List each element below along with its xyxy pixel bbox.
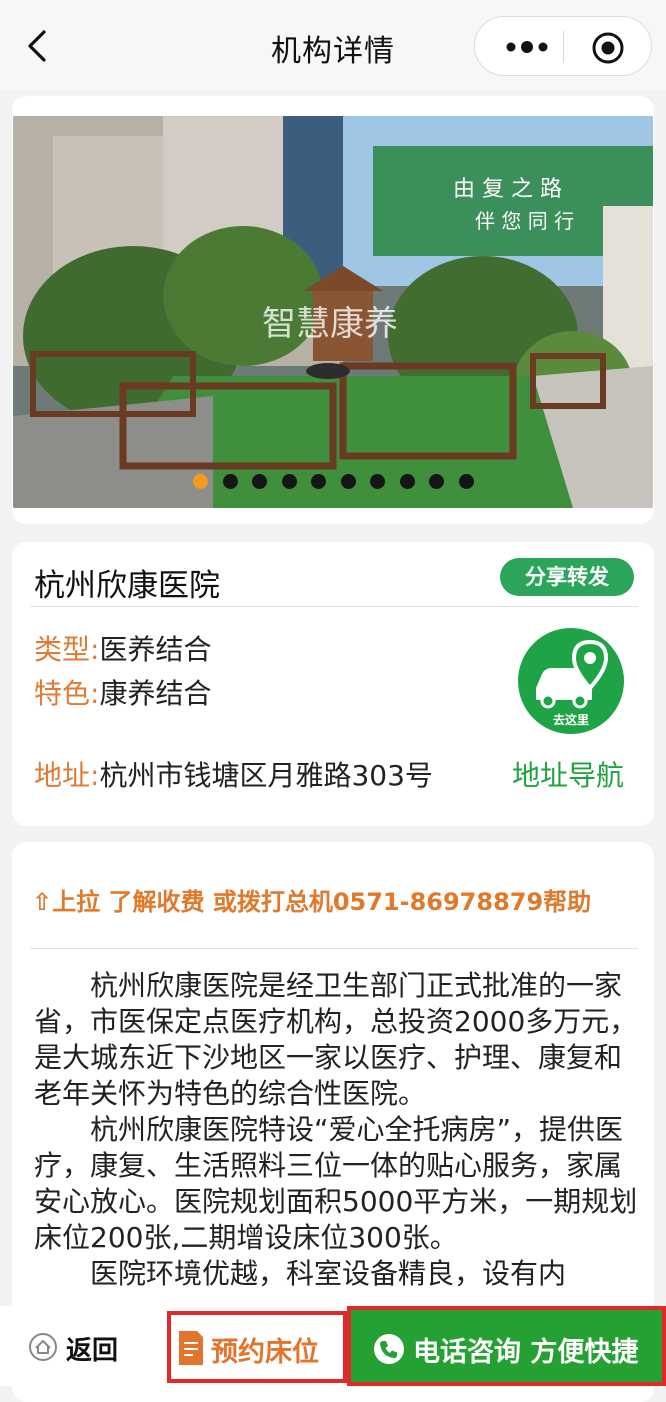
carousel-dot[interactable] bbox=[429, 474, 444, 489]
carousel-dot[interactable] bbox=[340, 474, 356, 489]
carousel-dot[interactable] bbox=[222, 474, 238, 489]
carousel-dot[interactable] bbox=[458, 474, 474, 489]
svg-text:由 复 之 路: 由 复 之 路 bbox=[453, 177, 562, 202]
carousel-dot[interactable] bbox=[281, 474, 297, 489]
address-row: 地址:杭州市钱塘区月雅路303号 bbox=[34, 754, 433, 794]
carousel-dot[interactable] bbox=[399, 474, 415, 489]
reserve-bed-label: 预约床位 bbox=[211, 1337, 319, 1368]
address-key: 地址: bbox=[34, 759, 100, 792]
nav-bar: 机构详情 bbox=[0, 0, 666, 90]
feature-value: 康养结合 bbox=[99, 677, 212, 710]
mini-program-capsule bbox=[474, 16, 652, 76]
bottom-action-bar: 返回 预约床位 电话咨询 方便快捷 bbox=[0, 1306, 666, 1386]
hero-watermark: 智慧康养 bbox=[262, 304, 398, 344]
address-navigation-link[interactable]: 地址导航 bbox=[512, 754, 624, 794]
fee-tip[interactable]: ⇧上拉 了解收费 或拨打总机0571-86978879帮助 bbox=[32, 882, 591, 917]
svg-text:伴 您 同 行: 伴 您 同 行 bbox=[475, 209, 574, 233]
go-here-icon[interactable]: 去这里 bbox=[518, 628, 624, 734]
share-button[interactable]: 分享转发 bbox=[500, 558, 634, 596]
carousel-dot[interactable] bbox=[193, 474, 208, 489]
org-name: 杭州欣康医院 bbox=[34, 568, 220, 604]
target-icon[interactable] bbox=[591, 31, 625, 65]
description-paragraph: 杭州欣康医院是经卫生部门正式批准的一家省，市医保定点医疗机构，总投资2000多万… bbox=[34, 969, 638, 1110]
more-dots-icon[interactable] bbox=[501, 32, 561, 62]
description-paragraph: 杭州欣康医院特设“爱心全托病房”，提供医疗，康复、生活照料三位一体的贴心服务，家… bbox=[34, 1113, 638, 1254]
document-icon bbox=[179, 1331, 203, 1365]
reserve-bed-button[interactable]: 预约床位 bbox=[167, 1311, 347, 1383]
carousel-dot[interactable] bbox=[370, 474, 385, 489]
description-text: 杭州欣康医院是经卫生部门正式批准的一家省，市医保定点医疗机构，总投资2000多万… bbox=[34, 968, 646, 1306]
home-icon[interactable] bbox=[28, 1332, 58, 1362]
feature-row: 特色:康养结合 bbox=[34, 672, 211, 712]
go-here-text: 去这里 bbox=[553, 712, 589, 727]
divider bbox=[30, 948, 638, 949]
phone-consult-label: 电话咨询 方便快捷 bbox=[413, 1337, 639, 1368]
divider bbox=[30, 606, 638, 607]
type-row: 类型:医养结合 bbox=[34, 628, 211, 668]
phone-icon bbox=[374, 1334, 404, 1364]
capsule-divider bbox=[563, 31, 564, 63]
feature-key: 特色: bbox=[34, 677, 100, 710]
carousel-dot[interactable] bbox=[311, 474, 326, 489]
description-paragraph: 医院环境优越，科室设备精良，设有内 bbox=[90, 1257, 567, 1290]
type-value: 医养结合 bbox=[99, 633, 212, 666]
back-button[interactable]: 返回 bbox=[66, 1330, 118, 1367]
type-key: 类型: bbox=[34, 633, 100, 666]
carousel-dot[interactable] bbox=[252, 474, 267, 489]
address-value: 杭州市钱塘区月雅路303号 bbox=[99, 759, 433, 792]
phone-consult-button[interactable]: 电话咨询 方便快捷 bbox=[347, 1306, 666, 1386]
